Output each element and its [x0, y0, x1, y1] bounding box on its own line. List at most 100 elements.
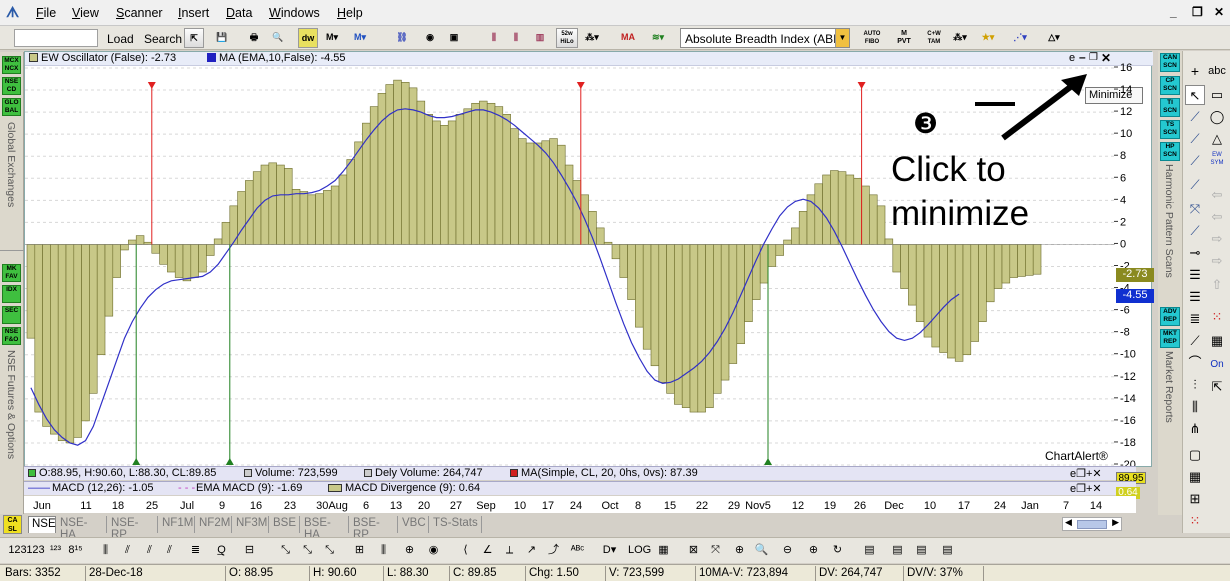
- fib2-icon[interactable]: ☰: [1185, 287, 1205, 307]
- can-scn-button[interactable]: CAN SCN: [1160, 53, 1180, 72]
- num3-icon[interactable]: ¹²³: [46, 541, 65, 560]
- hline-icon[interactable]: ⊸: [1185, 243, 1205, 263]
- sl-line2-icon[interactable]: ⟋: [1185, 175, 1205, 195]
- window-close-icon[interactable]: ✕: [1214, 5, 1224, 19]
- indicator-select[interactable]: Absolute Breadth Index (ABI ▼: [680, 28, 850, 48]
- arrow-right2-icon[interactable]: ⇨: [1207, 251, 1227, 271]
- cursor-tool-icon[interactable]: ⇱: [184, 28, 204, 48]
- global-exchanges-label[interactable]: Global Exchanges: [5, 122, 17, 207]
- scroll-right-icon[interactable]: ▶: [1112, 517, 1119, 528]
- horizontal-scrollbar[interactable]: ◀ ▶: [1062, 517, 1122, 531]
- arrow-left-icon[interactable]: ⇦: [1207, 185, 1227, 205]
- sec-button[interactable]: SEC: [2, 306, 21, 324]
- print-icon[interactable]: 🖶: [244, 28, 264, 48]
- diag2-icon[interactable]: ⤡: [298, 541, 317, 560]
- hp-scn-button[interactable]: HP SCN: [1160, 142, 1180, 161]
- tab-nf1m[interactable]: NF1M: [159, 516, 195, 533]
- dots2-icon[interactable]: ⁂▾: [950, 28, 970, 48]
- menu-windows[interactable]: Windows: [269, 6, 320, 20]
- menu-file[interactable]: File: [36, 6, 56, 20]
- log-icon[interactable]: LOG: [628, 541, 651, 560]
- pitchfork-icon[interactable]: ⋔: [1185, 419, 1205, 439]
- chart-panel[interactable]: EW Oscillator (False): -2.73 MA (EMA,10,…: [24, 50, 1153, 467]
- panel-minimize-icon[interactable]: –: [1079, 50, 1086, 64]
- box-icon[interactable]: ▢: [1185, 445, 1205, 465]
- slash-icon[interactable]: ⫽: [118, 541, 137, 560]
- fan-icon[interactable]: ⋰▾: [1010, 28, 1030, 48]
- diag-icon[interactable]: ⤡: [276, 541, 295, 560]
- angle2-icon[interactable]: ∠: [478, 541, 497, 560]
- idx-button[interactable]: IDX: [2, 285, 21, 303]
- global-button[interactable]: GLO BAL: [2, 98, 21, 116]
- trendline-icon[interactable]: ⟋: [1185, 129, 1205, 149]
- search-button[interactable]: Search: [139, 29, 187, 47]
- grid-icon[interactable]: ▦: [1207, 331, 1227, 351]
- window-minimize-icon[interactable]: _: [1170, 5, 1177, 19]
- minus-box-icon[interactable]: ⊟: [240, 541, 259, 560]
- slash2-icon[interactable]: ⫽: [140, 541, 159, 560]
- cash-sl-button[interactable]: CA SL: [3, 515, 22, 534]
- mk-fav-button[interactable]: MK FAV: [2, 264, 21, 282]
- q-icon[interactable]: Q̲: [212, 541, 231, 560]
- cp-scn-button[interactable]: CP SCN: [1160, 76, 1180, 95]
- adv-rep-button[interactable]: ADV REP: [1160, 307, 1180, 326]
- grid5-icon[interactable]: ⊞: [350, 541, 369, 560]
- arrow-up-icon[interactable]: ⇧: [1207, 275, 1227, 295]
- ellipse-icon[interactable]: ◯: [1207, 107, 1227, 127]
- arrow-ne-icon[interactable]: ↗: [522, 541, 541, 560]
- menu-scanner[interactable]: Scanner: [116, 6, 163, 20]
- tab-nf2m[interactable]: NF2M: [196, 516, 232, 533]
- menu-insert[interactable]: Insert: [178, 6, 209, 20]
- nse-fo-button[interactable]: NSE F&O: [2, 327, 21, 345]
- tab-vbc[interactable]: VBC: [399, 516, 429, 533]
- grid6-icon[interactable]: ▦: [654, 541, 673, 560]
- lines-icon[interactable]: ≣: [186, 541, 205, 560]
- d-icon[interactable]: D▾: [600, 541, 619, 560]
- auto-fibo-icon[interactable]: AUTO FIBO: [862, 28, 882, 48]
- chart-overlay-icon[interactable]: ≋▾: [648, 28, 668, 48]
- grid-red-icon[interactable]: ⁙: [1207, 307, 1227, 327]
- scroll-left-icon[interactable]: ◀: [1065, 517, 1072, 528]
- arrow-left2-icon[interactable]: ⇦: [1207, 207, 1227, 227]
- subpanel2-controls[interactable]: e❐+✕: [1070, 482, 1102, 495]
- nse-cd-button[interactable]: NSE CD: [2, 77, 21, 95]
- record-icon[interactable]: ◉: [424, 541, 443, 560]
- zoom-icon[interactable]: 🔍: [752, 541, 771, 560]
- indicator-m-icon[interactable]: M▾: [322, 28, 342, 48]
- triangle-icon[interactable]: △▾: [1044, 28, 1064, 48]
- 52w-hilo-icon[interactable]: 52w HiLo: [556, 28, 578, 48]
- fib-fan-icon[interactable]: ⟋: [1185, 331, 1205, 351]
- price-subpanel[interactable]: O:88.95, H:90.60, L:88.30, CL:89.85 Volu…: [24, 466, 1136, 480]
- tab-nse-ha[interactable]: NSE-HA: [57, 516, 107, 541]
- crosshair-icon[interactable]: +: [1185, 61, 1205, 81]
- print-preview-icon[interactable]: 🔍: [268, 28, 288, 48]
- bar-chart-icon[interactable]: ⫼: [506, 28, 526, 48]
- market-reports-label[interactable]: Market Reports: [1163, 351, 1175, 423]
- angle-icon[interactable]: ⟨: [456, 541, 475, 560]
- nse-futures-label[interactable]: NSE Futures & Options: [5, 350, 17, 459]
- slash3-icon[interactable]: ⫽: [160, 541, 179, 560]
- indicator-m2-icon[interactable]: M▾: [350, 28, 370, 48]
- chart-type-icon[interactable]: ⫼: [484, 28, 504, 48]
- tab-ts-stats[interactable]: TS-Stats: [430, 516, 482, 533]
- triangle-tool-icon[interactable]: △: [1207, 129, 1227, 149]
- bars3-icon[interactable]: ⫼: [374, 541, 393, 560]
- arrow-right-icon[interactable]: ⇨: [1207, 229, 1227, 249]
- num4-icon[interactable]: 8¹⁵: [66, 541, 85, 560]
- move-icon[interactable]: ⤧: [706, 541, 725, 560]
- candle-icon[interactable]: ▥: [530, 28, 550, 48]
- zoom-fit-icon[interactable]: ⊕: [730, 541, 749, 560]
- sl-line-icon[interactable]: ⟋: [1185, 151, 1205, 171]
- ma-icon[interactable]: MA: [618, 28, 638, 48]
- menu-view[interactable]: View: [72, 6, 99, 20]
- globe-icon[interactable]: ◉: [420, 28, 440, 48]
- dw-icon[interactable]: dw: [298, 28, 318, 48]
- fib-icon[interactable]: ☰: [1185, 265, 1205, 285]
- grid3-icon[interactable]: ⊞: [1185, 489, 1205, 509]
- symbol-input[interactable]: [14, 29, 98, 47]
- subpanel1-controls[interactable]: e❐+✕: [1070, 467, 1102, 480]
- legend-osc[interactable]: EW Oscillator (False): -2.73: [29, 52, 176, 64]
- menu-data[interactable]: Data: [226, 6, 252, 20]
- cross-box-icon[interactable]: ⊠: [684, 541, 703, 560]
- cycle-icon[interactable]: ⫶: [1185, 375, 1205, 395]
